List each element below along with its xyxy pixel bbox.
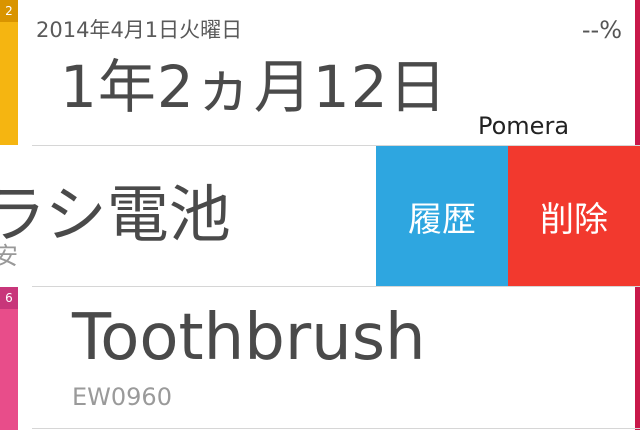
list-item[interactable]: 2 2014年4月1日火曜日 --% 1年2ヵ月12日 Pomera	[0, 0, 640, 145]
item-name: Toothbrush	[72, 301, 426, 375]
item-sub: 安	[0, 242, 18, 270]
item-duration: 1年2ヵ月12日	[60, 53, 448, 121]
edge-indicator	[635, 0, 640, 145]
list-item[interactable]: ラシ電池 履歴 削除	[0, 146, 640, 286]
delete-button[interactable]: 削除	[508, 146, 640, 286]
history-button[interactable]: 履歴	[376, 146, 508, 286]
row-divider	[32, 428, 640, 429]
item-subtitle: Pomera	[478, 112, 570, 140]
edge-indicator	[635, 287, 640, 430]
list-item[interactable]: 6 Toothbrush EW0960	[0, 287, 640, 430]
count-badge: 2	[0, 0, 18, 22]
item-name: ラシ電池	[0, 178, 231, 251]
item-percent: --%	[581, 16, 622, 44]
count-badge: 6	[0, 287, 18, 309]
item-sub: EW0960	[72, 383, 172, 411]
